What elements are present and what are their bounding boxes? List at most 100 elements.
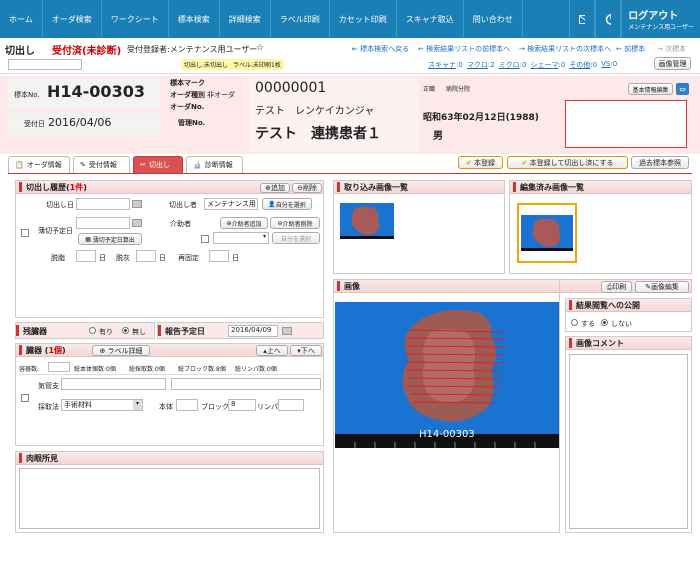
tab-cut[interactable]: ✂ 切出し [133, 156, 183, 173]
image-comment-textarea[interactable] [569, 354, 688, 529]
add-cut-label: 追加 [270, 184, 285, 192]
assistant-checkbox[interactable] [201, 235, 209, 243]
tab-reception-info[interactable]: ✎ 受付情報 [73, 156, 130, 173]
delete-cut-button[interactable]: ⊖ 削除 [292, 183, 322, 193]
counter-macro[interactable]: マクロ:2 [467, 60, 495, 70]
top-navbar: ホーム オーダ検索 ワークシート 標本検索 詳細検索 ラベル印刷 カセット印刷 … [0, 0, 700, 38]
logout-button[interactable]: ログアウト メンテナンス用ユーザー [621, 0, 700, 38]
edited-thumbnail[interactable] [517, 203, 577, 263]
nav-detail-search[interactable]: 詳細検索 [220, 0, 271, 38]
nav-cassette-print[interactable]: カセット印刷 [330, 0, 397, 38]
cutter-self-button[interactable]: 👤 自分を選択 [262, 198, 312, 210]
organ-checkbox[interactable] [21, 394, 29, 402]
calc-thin-date-button[interactable]: ▦ 薄切予定日算出 [78, 233, 142, 245]
method-select[interactable]: 手術材料 ▾ [61, 399, 143, 411]
barcode-input[interactable] [8, 59, 82, 70]
counter-other[interactable]: その他:0 [569, 60, 597, 70]
edited-images-panel: 編集済み画像一覧 [509, 180, 692, 274]
publish-title: 結果閲覧への公開 [576, 300, 640, 310]
image-title: 画像 [344, 281, 360, 291]
organ-input[interactable] [61, 378, 166, 390]
back-to-search-link[interactable]: ⇤ 標本検索へ戻る [352, 44, 409, 54]
calendar-icon-3[interactable] [282, 327, 292, 335]
organ-name: 気管支 [38, 382, 59, 390]
next-specimen-link: → 次標本 [657, 45, 687, 53]
organ-remark-input[interactable] [171, 378, 321, 390]
register-cut-button[interactable]: ✔ 本登録して切出し済にする [507, 156, 628, 169]
image-management-button[interactable]: 画像管理 [654, 57, 691, 70]
power-icon[interactable] [595, 0, 622, 38]
counter-vs[interactable]: VS:0 [601, 60, 617, 70]
cut-checkbox[interactable] [21, 229, 29, 237]
specimen-number: H14-00303 [47, 82, 145, 101]
assistant-self-button[interactable]: 自分を選択 [272, 232, 320, 244]
organ-count: 1個 [48, 345, 63, 355]
edit-image-button[interactable]: ✎ 画像編集 [635, 281, 689, 293]
nav-contact[interactable]: 問い合わせ [464, 0, 523, 38]
cut-date-input[interactable] [76, 198, 130, 210]
label-detail-button[interactable]: ⊕ ラベル詳細 [92, 345, 150, 356]
register-button[interactable]: ✔ 本登録 [458, 156, 503, 169]
residual-yes-radio[interactable] [89, 327, 96, 334]
prev-specimen-link[interactable]: ← 前標本 [616, 44, 645, 54]
lymph-input[interactable] [278, 399, 304, 411]
nav-label-print[interactable]: ラベル印刷 [271, 0, 330, 38]
move-up-button[interactable]: ▴ 上へ [256, 345, 288, 356]
thin-date-label: 薄切予定日 [38, 227, 73, 235]
block-input[interactable]: 8 [228, 399, 256, 411]
page-title: 切出し [5, 46, 35, 57]
add-assistant-button[interactable]: ⊕ 介助者追加 [220, 217, 268, 229]
thin-date-input-1[interactable] [76, 217, 130, 229]
cutter-value: メンテナンス用 [207, 200, 256, 208]
favorite-star-icon[interactable]: ☆ [256, 43, 264, 53]
swap-arrows-icon[interactable]: ⇔ [676, 83, 689, 95]
next-result-link[interactable]: → 検索結果リストの次標本へ [519, 44, 611, 54]
degrease-input[interactable] [76, 250, 96, 262]
macro-findings-textarea[interactable] [19, 468, 320, 529]
delete-assistant-button[interactable]: ⊖ 介助者削除 [270, 217, 320, 229]
residual-organ-title: 残臓器 [23, 327, 47, 336]
refix-input[interactable] [209, 250, 229, 262]
counter-schema[interactable]: シェーマ:0 [530, 60, 565, 70]
specimen-mark-label: 標本マーク [170, 79, 205, 87]
publish-no-radio[interactable] [601, 319, 608, 326]
cutter-label: 切出し者 [169, 201, 197, 209]
body-input[interactable] [176, 399, 198, 411]
tab-order-info[interactable]: 📋 オーダ情報 [8, 156, 70, 173]
publish-yes-radio[interactable] [571, 319, 578, 326]
add-cut-button[interactable]: ⊕ 追加 [260, 183, 290, 193]
nav-home[interactable]: ホーム [0, 0, 43, 38]
past-specimen-button[interactable]: 過去標本参照 [631, 156, 689, 169]
basic-info-edit-button[interactable]: 基本情報編集 [628, 83, 673, 95]
total-body-count: 総本体個数:0個 [74, 366, 116, 373]
imported-thumbnail[interactable] [340, 203, 394, 239]
report-date-value: 2016/04/09 [231, 326, 272, 334]
patient-id: 00000001 [255, 80, 327, 96]
publish-no-label: しない [611, 320, 632, 328]
nav-order-search[interactable]: オーダ検索 [43, 0, 102, 38]
tab-diagnosis-info[interactable]: 🔬 診断情報 [186, 156, 243, 173]
calendar-icon[interactable] [132, 200, 142, 208]
degrease-day-label: 日 [99, 254, 106, 262]
nav-scanner[interactable]: スキャナ取込 [397, 0, 464, 38]
birth-date: 昭和63年02月12日(1988) [423, 113, 539, 123]
nav-specimen-search[interactable]: 標本検索 [169, 0, 220, 38]
mail-icon[interactable] [569, 0, 596, 38]
container-input[interactable] [48, 362, 70, 372]
cut-badge: 切出し:未切出し [184, 62, 229, 69]
publish-yes-label: する [581, 320, 595, 328]
block-value: 8 [231, 400, 236, 408]
counter-scanner[interactable]: スキャナ:0 [428, 60, 463, 70]
order-no-label: オーダNo. [170, 103, 205, 111]
nav-worksheet[interactable]: ワークシート [102, 0, 169, 38]
report-date-input[interactable]: 2016/04/09 [228, 325, 278, 337]
decalcify-input[interactable] [136, 250, 156, 262]
prev-result-link[interactable]: ← 検索結果リストの前標本へ [418, 44, 510, 54]
move-down-button[interactable]: ▾ 下へ [290, 345, 322, 356]
cutter-select[interactable]: メンテナンス用 [204, 198, 258, 210]
assistant-select[interactable]: ▾ [213, 232, 269, 244]
residual-no-radio[interactable] [122, 327, 129, 334]
counter-micro[interactable]: ミクロ:0 [499, 60, 527, 70]
calendar-icon-2[interactable] [132, 219, 142, 227]
print-image-button[interactable]: ⎙ 印刷 [601, 281, 632, 293]
